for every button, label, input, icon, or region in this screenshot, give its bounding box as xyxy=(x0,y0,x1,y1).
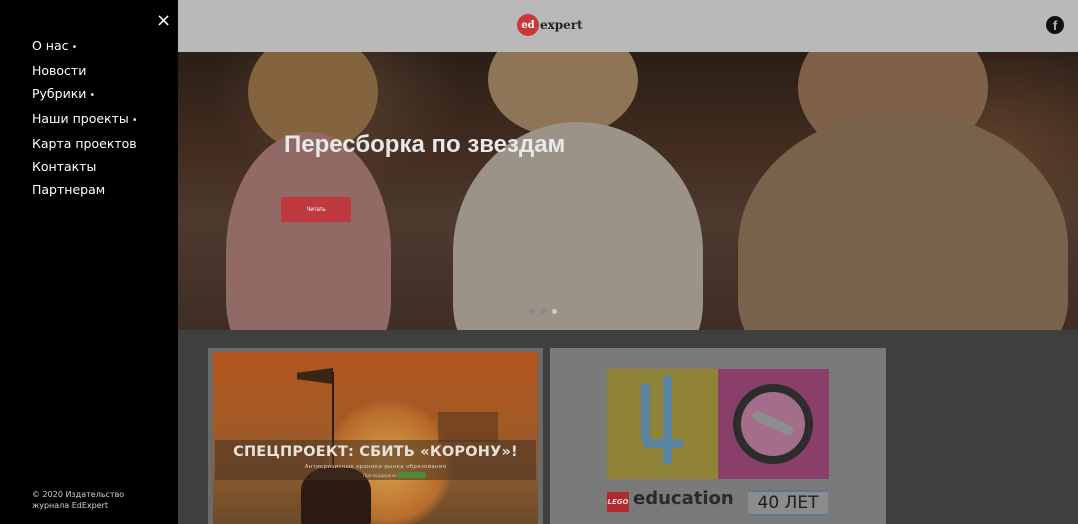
menu-item-label: Контакты xyxy=(32,159,97,174)
page: × О нас • Новости Рубрики • Наши проекты • … xyxy=(0,0,1078,524)
logo-text: expert xyxy=(540,18,583,32)
slider-dot[interactable] xyxy=(530,309,535,314)
copyright-line: © 2020 Издательство xyxy=(32,490,125,499)
anniversary-badge: 40 ЛЕТ xyxy=(748,490,828,516)
lego-logo: LEGO xyxy=(607,492,629,512)
submenu-indicator-icon: • xyxy=(71,42,78,53)
lego-brand-row: LEGO education 40 ЛЕТ xyxy=(607,488,829,520)
card-lego-education[interactable]: LEGO education 40 ЛЕТ xyxy=(550,348,886,524)
menu-item-about[interactable]: О нас • xyxy=(32,37,138,56)
menu-item-label: О нас xyxy=(32,38,69,53)
hero-title[interactable]: Пересборка по звездам xyxy=(284,131,565,159)
menu-item-partners[interactable]: Партнерам xyxy=(32,181,138,198)
menu-item-rubrics[interactable]: Рубрики • xyxy=(32,85,138,104)
hero-slider: Пересборка по звездам Читать xyxy=(178,52,1078,330)
menu-item-label: Новости xyxy=(32,63,87,78)
menu-item-project-map[interactable]: Карта проектов xyxy=(32,135,138,152)
lego-wheel-bar xyxy=(750,409,796,437)
sponsor-logo xyxy=(398,472,426,478)
copyright-line: журнала EdExpert xyxy=(32,501,109,510)
lego-number-panel xyxy=(607,369,718,479)
content-area: СПЕЦПРОЕКТ: СБИТЬ «КОРОНУ»! Антикризисны… xyxy=(178,330,1078,524)
menu-item-news[interactable]: Новости xyxy=(32,62,138,79)
top-bar: ed expert f xyxy=(178,0,1078,52)
lego-beam xyxy=(641,383,650,443)
submenu-indicator-icon: • xyxy=(131,115,138,126)
menu-item-label: Наши проекты xyxy=(32,111,129,126)
menu-item-contacts[interactable]: Контакты xyxy=(32,158,138,175)
card-special-project[interactable]: СПЕЦПРОЕКТ: СБИТЬ «КОРОНУ»! Антикризисны… xyxy=(208,348,543,524)
menu-item-label: Партнерам xyxy=(32,182,106,197)
logo-ed: ed xyxy=(517,14,539,36)
special-project-title: СПЕЦПРОЕКТ: СБИТЬ «КОРОНУ»! xyxy=(233,444,518,460)
slider-dots xyxy=(530,309,557,314)
lego-wheel-panel xyxy=(718,369,829,479)
close-icon[interactable]: × xyxy=(156,12,171,30)
menu-item-projects[interactable]: Наши проекты • xyxy=(32,110,138,129)
lego-beam xyxy=(643,439,683,448)
slider-dot-active[interactable] xyxy=(552,309,557,314)
read-button[interactable]: Читать xyxy=(281,197,351,222)
menu-list: О нас • Новости Рубрики • Наши проекты • Ка… xyxy=(32,37,138,204)
lego-image[interactable] xyxy=(607,369,829,479)
flag-shape xyxy=(297,368,333,384)
support-label: При поддержке xyxy=(363,473,397,478)
lego-beam xyxy=(663,375,672,465)
site-logo[interactable]: ed expert xyxy=(517,14,583,36)
hero-overlay xyxy=(178,52,1078,330)
city-silhouette xyxy=(438,412,498,442)
menu-item-label: Карта проектов xyxy=(32,136,137,151)
special-project-image[interactable]: СПЕЦПРОЕКТ: СБИТЬ «КОРОНУ»! Антикризисны… xyxy=(213,352,538,524)
menu-item-label: Рубрики xyxy=(32,86,87,101)
facebook-icon[interactable]: f xyxy=(1046,16,1064,34)
copyright: © 2020 Издательство журнала EdExpert xyxy=(32,489,162,511)
sidebar-menu: × О нас • Новости Рубрики • Наши проекты • … xyxy=(0,0,178,524)
special-project-subtitle: Антикризисные хроники рынка образования xyxy=(304,464,447,470)
lego-wheel xyxy=(733,384,813,464)
slider-dot[interactable] xyxy=(541,309,546,314)
lego-education-text: education xyxy=(633,488,734,509)
submenu-indicator-icon: • xyxy=(89,90,96,101)
